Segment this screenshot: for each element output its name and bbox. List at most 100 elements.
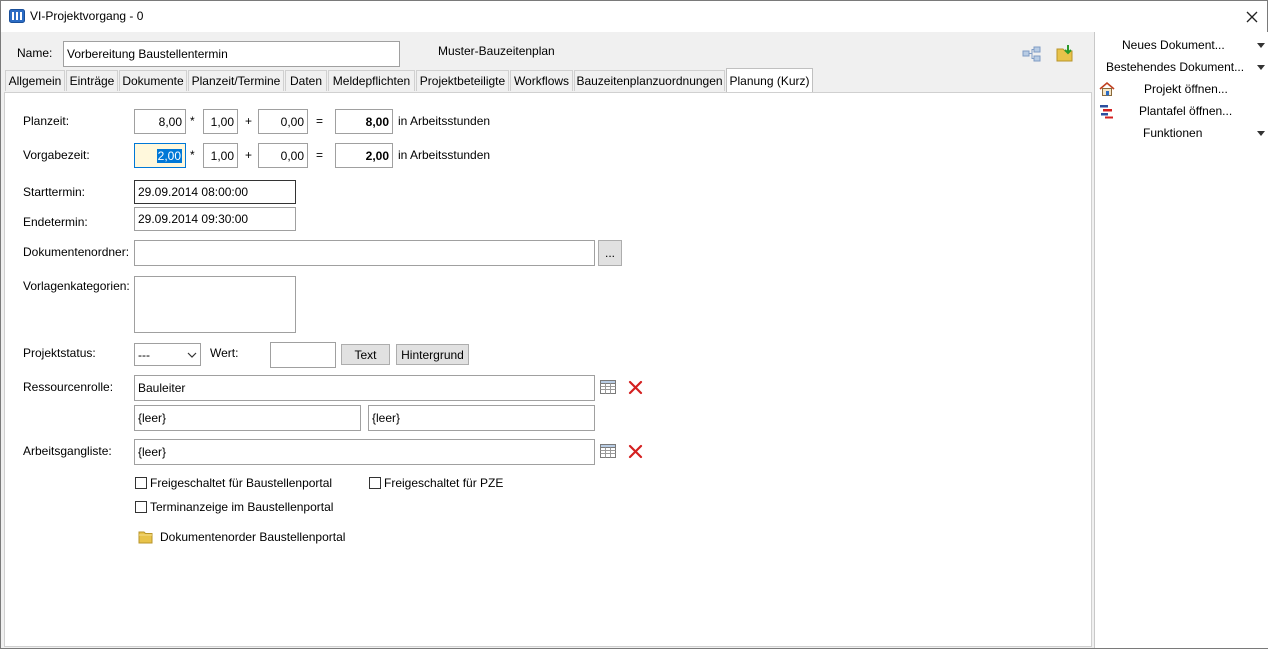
tab-planzeit-termine[interactable]: Planzeit/Termine	[188, 70, 284, 91]
field-value: 0,00	[280, 148, 304, 163]
vorgabezeit-label: Vorgabezeit:	[23, 148, 90, 162]
dokumentenordner-link[interactable]: Dokumentenorder Baustellenportal	[138, 528, 345, 546]
tab-daten[interactable]: Daten	[285, 70, 327, 91]
delete-icon[interactable]	[628, 444, 643, 459]
house-icon	[1099, 81, 1115, 96]
vorgabezeit-a-input[interactable]: 2,00	[134, 143, 186, 168]
tab-meldepflichten[interactable]: Meldepflichten	[328, 70, 415, 91]
tab-label: Meldepflichten	[332, 74, 411, 88]
name-input[interactable]: Vorbereitung Baustellentermin	[63, 41, 400, 67]
name-label: Name:	[17, 46, 53, 60]
table-icon[interactable]	[600, 380, 616, 394]
menu-label: Funktionen	[1143, 126, 1203, 140]
tab-label: Daten	[289, 74, 323, 88]
ressourcenrolle-sub2[interactable]: {leer}	[368, 405, 595, 431]
endetermin-input[interactable]: 29.09.2014 09:30:00	[134, 207, 296, 231]
planzeit-c-input[interactable]: 0,00	[258, 109, 308, 134]
ressourcenrolle-input[interactable]: Bauleiter	[134, 375, 595, 401]
pze-label: Freigeschaltet für PZE	[384, 476, 504, 490]
bestehendes-dokument-menu[interactable]: Bestehendes Dokument...	[1095, 57, 1267, 77]
tab-label: Bauzeitenplanzuordnungen	[576, 74, 723, 88]
gantt-icon	[1100, 105, 1113, 119]
projekt-oeffnen-action[interactable]: Projekt öffnen...	[1095, 79, 1267, 99]
operator-plus: +	[245, 148, 253, 162]
field-value: 1,00	[210, 148, 234, 163]
structure-icon[interactable]	[1022, 46, 1042, 62]
field-value: Bauleiter	[138, 381, 186, 395]
ressourcenrolle-sub1[interactable]: {leer}	[134, 405, 361, 431]
tab-bauzeitenplanzuordnungen[interactable]: Bauzeitenplanzuordnungen	[574, 70, 725, 91]
name-value: Vorbereitung Baustellentermin	[67, 47, 228, 61]
dropdown-arrow-icon	[1257, 43, 1265, 48]
wert-input[interactable]	[270, 342, 336, 368]
template-name: Muster-Bauzeitenplan	[438, 44, 555, 58]
button-label: ...	[604, 246, 615, 260]
vorlagenkategorien-list[interactable]	[134, 276, 296, 333]
operator-mul: *	[190, 148, 195, 162]
vorlagenkategorien-label: Vorlagenkategorien:	[23, 279, 130, 293]
text-button[interactable]: Text	[341, 344, 390, 365]
operator-eq: =	[316, 148, 324, 162]
title-bar: VI-Projektvorgang - 0	[1, 1, 1267, 32]
window: VI-Projektvorgang - 0 Name: Vorbereitung…	[0, 0, 1268, 649]
operator-plus: +	[245, 114, 253, 128]
field-value: 2,00	[365, 148, 389, 163]
arbeitsgangliste-label: Arbeitsgangliste:	[23, 444, 112, 458]
tab-projektbeteiligte[interactable]: Projektbeteiligte	[416, 70, 509, 91]
terminanzeige-checkbox[interactable]	[135, 501, 147, 513]
hintergrund-button[interactable]: Hintergrund	[396, 344, 469, 365]
funktionen-menu[interactable]: Funktionen	[1095, 123, 1267, 143]
tab-label: Allgemein	[8, 74, 62, 88]
projektstatus-label: Projektstatus:	[23, 346, 96, 360]
baustellenportal-label: Freigeschaltet für Baustellenportal	[150, 476, 333, 490]
operator-eq: =	[316, 114, 324, 128]
plantafel-oeffnen-action[interactable]: Plantafel öffnen...	[1095, 101, 1267, 121]
close-icon	[1246, 11, 1258, 23]
baustellenportal-checkbox[interactable]	[135, 477, 147, 489]
delete-icon[interactable]	[628, 380, 643, 395]
close-button[interactable]	[1237, 4, 1267, 30]
menu-label: Bestehendes Dokument...	[1106, 60, 1245, 74]
link-label: Dokumentenorder Baustellenportal	[160, 530, 346, 544]
field-value: {leer}	[138, 411, 167, 425]
button-label: Text	[354, 347, 377, 362]
starttermin-label: Starttermin:	[23, 185, 86, 199]
tab-eintraege[interactable]: Einträge	[66, 70, 118, 91]
vorgabezeit-c-input[interactable]: 0,00	[258, 143, 308, 168]
browse-button[interactable]: ...	[598, 240, 622, 266]
tab-label: Dokumente	[122, 74, 184, 88]
field-value: 1,00	[210, 114, 234, 129]
menu-label: Neues Dokument...	[1122, 38, 1225, 52]
planzeit-unit: in Arbeitsstunden	[398, 114, 491, 128]
field-value: ---	[138, 347, 150, 362]
starttermin-input[interactable]: 29.09.2014 08:00:00	[134, 180, 296, 204]
folder-icon	[138, 531, 153, 544]
vorgabezeit-b-input[interactable]: 1,00	[203, 143, 238, 168]
tab-dokumente[interactable]: Dokumente	[119, 70, 187, 91]
tab-label: Projektbeteiligte	[419, 74, 506, 88]
tab-planung-kurz[interactable]: Planung (Kurz)	[726, 68, 813, 92]
tab-workflows[interactable]: Workflows	[510, 70, 573, 91]
field-value: {leer}	[138, 445, 167, 459]
ressourcenrolle-label: Ressourcenrolle:	[23, 380, 114, 394]
field-value: 2,00	[156, 148, 182, 163]
tab-allgemein[interactable]: Allgemein	[5, 70, 65, 91]
projektstatus-select[interactable]: ---	[134, 343, 201, 366]
folder-add-icon[interactable]	[1055, 44, 1075, 64]
field-value: 29.09.2014 09:30:00	[138, 212, 249, 226]
pze-checkbox[interactable]	[369, 477, 381, 489]
dropdown-arrow-icon	[1257, 65, 1265, 70]
planzeit-b-input[interactable]: 1,00	[203, 109, 238, 134]
tab-label: Planzeit/Termine	[191, 74, 281, 88]
table-icon[interactable]	[600, 444, 616, 458]
dokumentenordner-input[interactable]	[134, 240, 595, 266]
neues-dokument-menu[interactable]: Neues Dokument...	[1095, 35, 1267, 55]
field-value: 29.09.2014 08:00:00	[138, 185, 249, 199]
arbeitsgangliste-input[interactable]: {leer}	[134, 439, 595, 465]
operator-mul: *	[190, 114, 195, 128]
tab-label: Einträge	[69, 74, 115, 88]
terminanzeige-label: Terminanzeige im Baustellenportal	[150, 500, 334, 514]
planzeit-a-input[interactable]: 8,00	[134, 109, 186, 134]
tab-panel	[4, 92, 1092, 647]
tab-label: Planung (Kurz)	[729, 73, 810, 88]
